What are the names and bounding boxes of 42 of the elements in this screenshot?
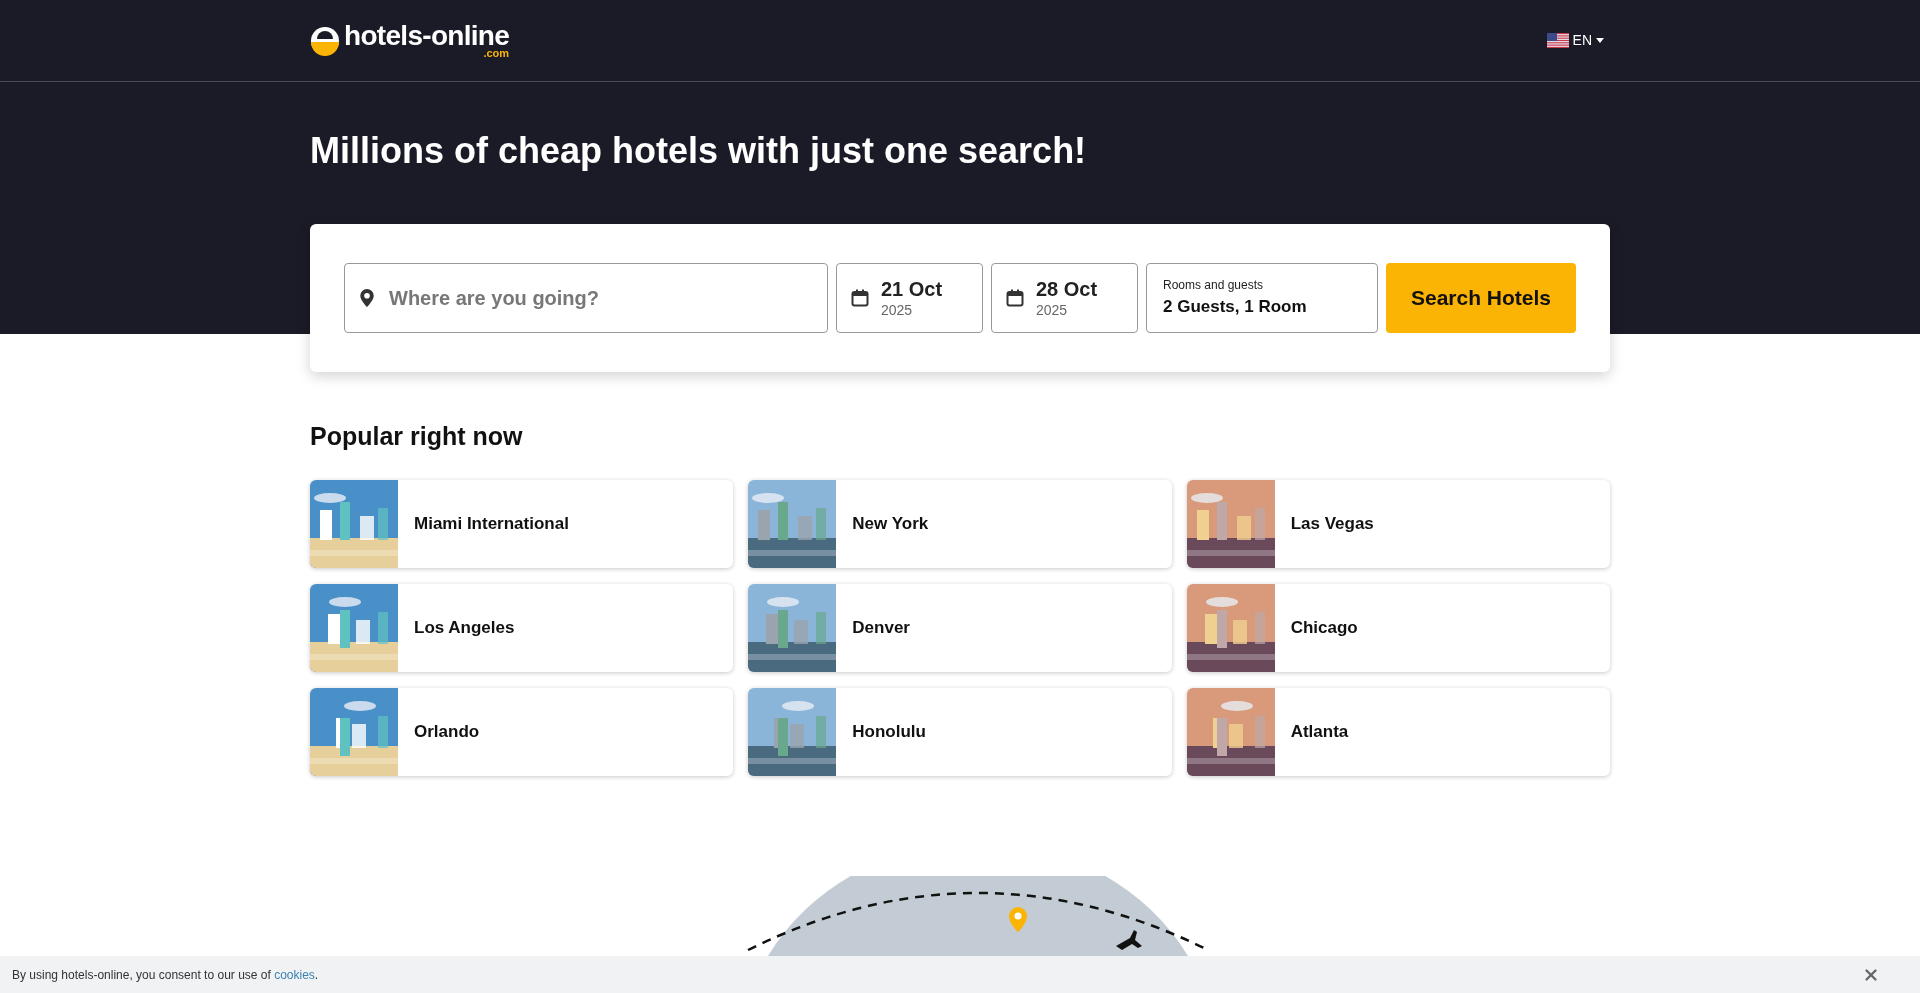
guests-field[interactable]: Rooms and guests 2 Guests, 1 Room	[1146, 263, 1378, 333]
destination-card[interactable]: Los Angeles	[310, 583, 734, 672]
date-year: 2025	[1036, 301, 1069, 320]
calendar-icon	[1006, 289, 1024, 307]
destination-name: New York	[852, 512, 929, 535]
destination-name: Denver	[852, 616, 910, 639]
date-field[interactable]: 28 Oct 2025	[991, 263, 1138, 333]
destination-card[interactable]: Miami International	[310, 479, 734, 568]
destination-name: Honolulu	[852, 720, 926, 743]
section-title: Popular right now	[310, 421, 524, 452]
destination-name: Miami International	[414, 512, 569, 535]
destination-card[interactable]: Orlando	[310, 687, 734, 776]
date-year: 2025	[881, 301, 914, 320]
destination-card[interactable]: Chicago	[1186, 583, 1610, 672]
language-selector[interactable]: EN	[1546, 30, 1604, 51]
destination-card[interactable]: Denver	[748, 583, 1172, 672]
destination-field[interactable]: Where are you going?	[344, 263, 828, 333]
date-day: 28 Oct	[1036, 276, 1098, 302]
logo-domain: .com	[483, 48, 510, 59]
destination-card[interactable]: New York	[748, 479, 1172, 568]
location-pin-icon	[360, 289, 374, 307]
hero-title: Millions of cheap hotels with just one search!	[310, 129, 1088, 173]
destination-card[interactable]: Honolulu	[748, 687, 1172, 776]
cookie-notice: By using hotels-online, you consent to our use of cookies.	[12, 966, 319, 984]
destination-name: Chicago	[1290, 616, 1358, 639]
search-button[interactable]: Search Hotels	[1386, 263, 1576, 333]
date-day: 21 Oct	[881, 276, 943, 302]
destination-name: Las Vegas	[1290, 512, 1374, 535]
flag-icon	[1546, 33, 1569, 48]
destination-name: Atlanta	[1290, 720, 1349, 743]
calendar-icon	[851, 289, 869, 307]
guests-value: 2 Guests, 1 Room	[1163, 296, 1308, 319]
guests-label: Rooms and guests	[1163, 277, 1265, 295]
caret-icon	[1596, 38, 1604, 43]
logo-icon	[310, 25, 340, 56]
logo-text: hotels-online	[344, 22, 510, 50]
destination-card[interactable]: Atlanta	[1186, 687, 1610, 776]
destination-name: Los Angeles	[414, 616, 515, 639]
destination-card[interactable]: Las Vegas	[1186, 479, 1610, 568]
date-field[interactable]: 21 Oct 2025	[836, 263, 983, 333]
destination-name: Orlando	[414, 720, 480, 743]
cookies-link[interactable]: cookies	[274, 967, 315, 982]
